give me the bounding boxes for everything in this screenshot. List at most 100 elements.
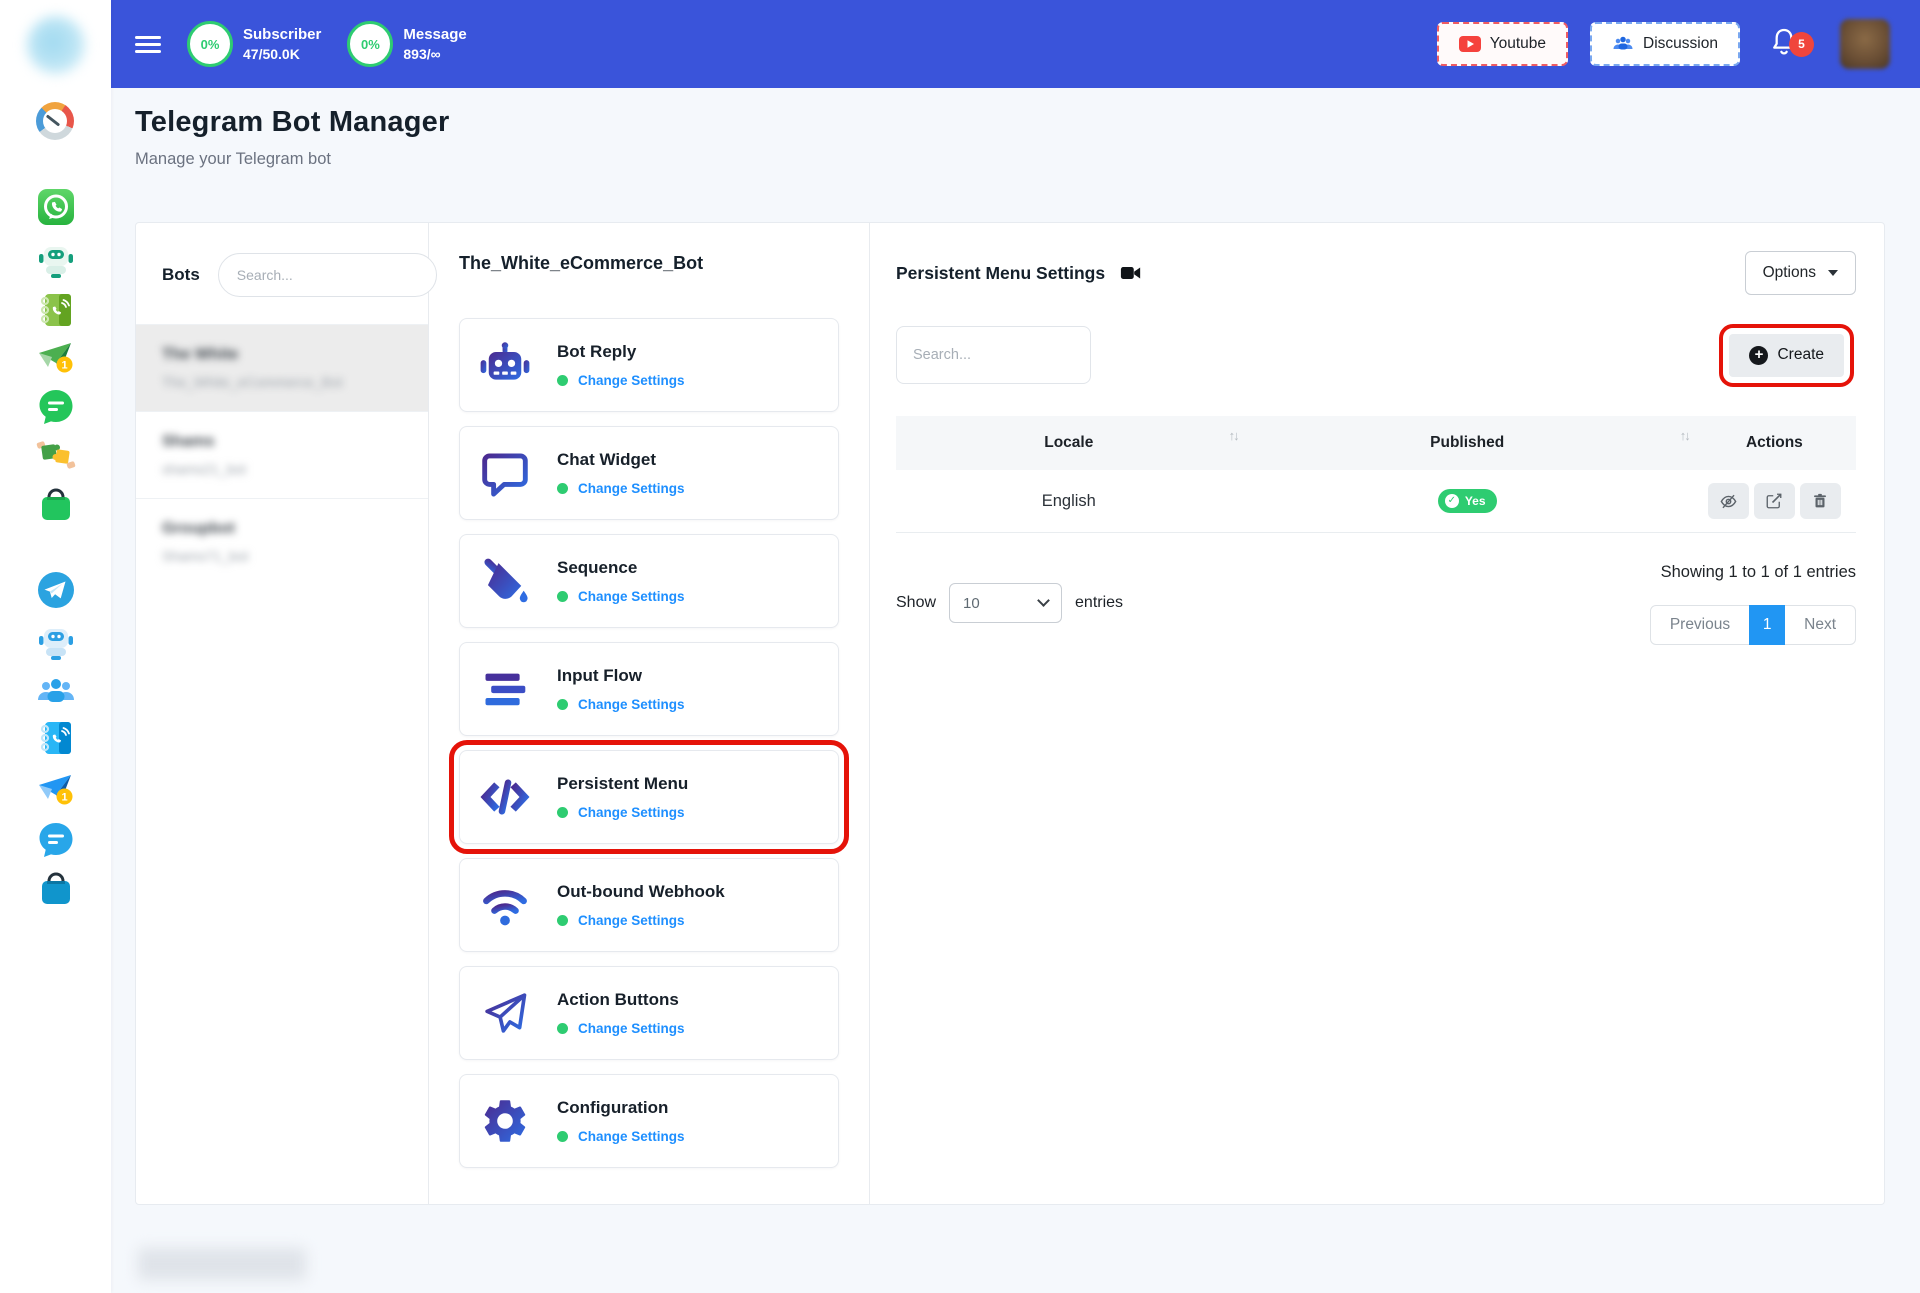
bot-reply-icon <box>478 338 532 392</box>
whatsapp-integrations-icon[interactable] <box>36 435 76 475</box>
youtube-button[interactable]: Youtube <box>1436 22 1569 66</box>
bot-list-item[interactable]: Groupbot Shams71_bot <box>136 498 428 585</box>
locale-cell: English <box>896 470 1242 533</box>
bot-features-panel: The_White_eCommerce_Bot Bot Reply Change… <box>429 223 870 1204</box>
feature-card-sequence[interactable]: Sequence Change Settings <box>459 534 839 628</box>
status-dot <box>557 483 568 494</box>
status-dot <box>557 1023 568 1034</box>
subscriber-value: 47/50.0K <box>243 46 300 62</box>
subscriber-progress-ring: 0% <box>187 21 233 67</box>
telegram-shop-icon[interactable] <box>36 868 76 908</box>
feature-card-input-flow[interactable]: Input Flow Change Settings <box>459 642 839 736</box>
hide-button[interactable] <box>1707 483 1749 519</box>
column-header-actions: Actions <box>1745 434 1803 451</box>
delete-button[interactable] <box>1799 483 1841 519</box>
show-label: Show <box>896 594 937 611</box>
bots-search-input[interactable] <box>217 253 437 297</box>
whatsapp-chat-icon[interactable] <box>36 387 76 427</box>
change-settings-link[interactable]: Change Settings <box>578 913 685 928</box>
change-settings-link[interactable]: Change Settings <box>578 481 685 496</box>
input-flow-icon <box>478 662 532 716</box>
bot-name: Groupbot <box>162 520 235 537</box>
next-page-button[interactable]: Next <box>1784 605 1856 645</box>
telegram-chat-icon[interactable] <box>36 820 76 860</box>
feature-card-configuration[interactable]: Configuration Change Settings <box>459 1074 839 1168</box>
table-row: English ✓ Yes <box>896 470 1856 533</box>
change-settings-link[interactable]: Change Settings <box>578 373 685 388</box>
bot-username: The_White_eCommerce_Bot <box>162 374 343 390</box>
whatsapp-broadcast-icon[interactable]: 1 <box>36 338 76 378</box>
dashboard-icon[interactable] <box>35 102 76 142</box>
settings-panel-title: Persistent Menu Settings <box>896 262 1106 283</box>
persistent-menu-icon <box>478 770 532 824</box>
bot-username: Shams71_bot <box>162 548 249 564</box>
change-settings-link[interactable]: Change Settings <box>578 805 685 820</box>
discussion-button[interactable]: Discussion <box>1590 22 1740 66</box>
telegram-icon[interactable] <box>36 570 76 610</box>
row-actions <box>1701 483 1848 519</box>
change-settings-link[interactable]: Change Settings <box>578 1129 685 1144</box>
feature-card-chat-widget[interactable]: Chat Widget Change Settings <box>459 426 839 520</box>
page-size-select[interactable]: 10 <box>949 583 1063 623</box>
create-button[interactable]: + Create <box>1719 323 1854 387</box>
status-dot <box>557 807 568 818</box>
outbound-webhook-icon <box>478 878 532 932</box>
top-header: 0% Subscriber 47/50.0K 0% Message 893/∞ … <box>111 0 1920 88</box>
locale-search-input[interactable] <box>896 326 1091 384</box>
change-settings-link[interactable]: Change Settings <box>578 697 685 712</box>
published-cell: ✓ Yes <box>1241 470 1693 533</box>
change-settings-link[interactable]: Change Settings <box>578 589 685 604</box>
feature-name: Action Buttons <box>557 990 679 1009</box>
sequence-icon <box>478 554 532 608</box>
bots-panel-title: Bots <box>162 265 200 284</box>
page-1-button[interactable]: 1 <box>1749 605 1786 645</box>
notifications-bell-icon[interactable]: 5 <box>1768 26 1814 63</box>
previous-page-button[interactable]: Previous <box>1649 605 1751 645</box>
showing-entries-text: Showing 1 to 1 of 1 entries <box>1660 563 1856 581</box>
feature-card-persistent-menu[interactable]: Persistent Menu Change Settings <box>449 740 849 854</box>
sort-icon: ↑↓ <box>1679 428 1691 443</box>
discussion-users-icon <box>1613 36 1633 50</box>
plus-circle-icon: + <box>1749 345 1769 365</box>
user-avatar[interactable] <box>1840 19 1890 69</box>
change-settings-link[interactable]: Change Settings <box>578 1021 685 1036</box>
check-circle-icon: ✓ <box>1444 494 1459 508</box>
column-header-locale[interactable]: Locale ↑↓ <box>896 416 1242 470</box>
edit-button[interactable] <box>1753 483 1795 519</box>
caret-down-icon <box>1828 270 1838 276</box>
video-tutorial-icon[interactable] <box>1120 262 1142 284</box>
feature-card-outbound-webhook[interactable]: Out-bound Webhook Change Settings <box>459 858 839 952</box>
feature-name: Sequence <box>557 558 638 577</box>
bot-list-item[interactable]: The White The_White_eCommerce_Bot <box>136 324 428 411</box>
telegram-contacts-icon[interactable] <box>36 718 76 758</box>
telegram-bot-icon[interactable] <box>36 622 76 662</box>
sort-icon: ↑↓ <box>1228 428 1240 443</box>
options-button[interactable]: Options <box>1744 251 1856 295</box>
published-badge: ✓ Yes <box>1437 489 1497 513</box>
feature-name: Persistent Menu <box>557 774 689 793</box>
status-dot <box>557 915 568 926</box>
feature-name: Input Flow <box>557 666 642 685</box>
svg-text:1: 1 <box>61 792 67 804</box>
feature-card-bot-reply[interactable]: Bot Reply Change Settings <box>459 318 839 412</box>
feature-name: Chat Widget <box>557 450 657 469</box>
chat-widget-icon <box>478 446 532 500</box>
bot-list-item[interactable]: Shams shams21_bot <box>136 411 428 498</box>
feature-card-action-buttons[interactable]: Action Buttons Change Settings <box>459 966 839 1060</box>
menu-toggle-icon[interactable] <box>135 32 161 57</box>
entries-label: entries <box>1075 594 1124 611</box>
telegram-broadcast-icon[interactable]: 1 <box>36 770 76 810</box>
bot-manager-card: Bots The White The_White_eCommerce_Bot S… <box>135 222 1885 1205</box>
status-dot <box>557 591 568 602</box>
app-sidebar: 1 1 <box>0 0 111 1293</box>
chevron-down-icon <box>1037 594 1050 607</box>
whatsapp-contacts-icon[interactable] <box>36 290 76 330</box>
whatsapp-icon[interactable] <box>36 187 76 227</box>
telegram-groups-icon[interactable] <box>36 672 76 712</box>
locales-table: Locale ↑↓ Published ↑↓ Actions English ✓… <box>896 416 1856 533</box>
column-header-published[interactable]: Published ↑↓ <box>1242 416 1693 470</box>
bot-name: Shams <box>162 433 215 450</box>
page-title: Telegram Bot Manager <box>135 106 450 138</box>
whatsapp-shop-icon[interactable] <box>36 484 76 524</box>
whatsapp-bot-icon[interactable] <box>36 240 76 280</box>
